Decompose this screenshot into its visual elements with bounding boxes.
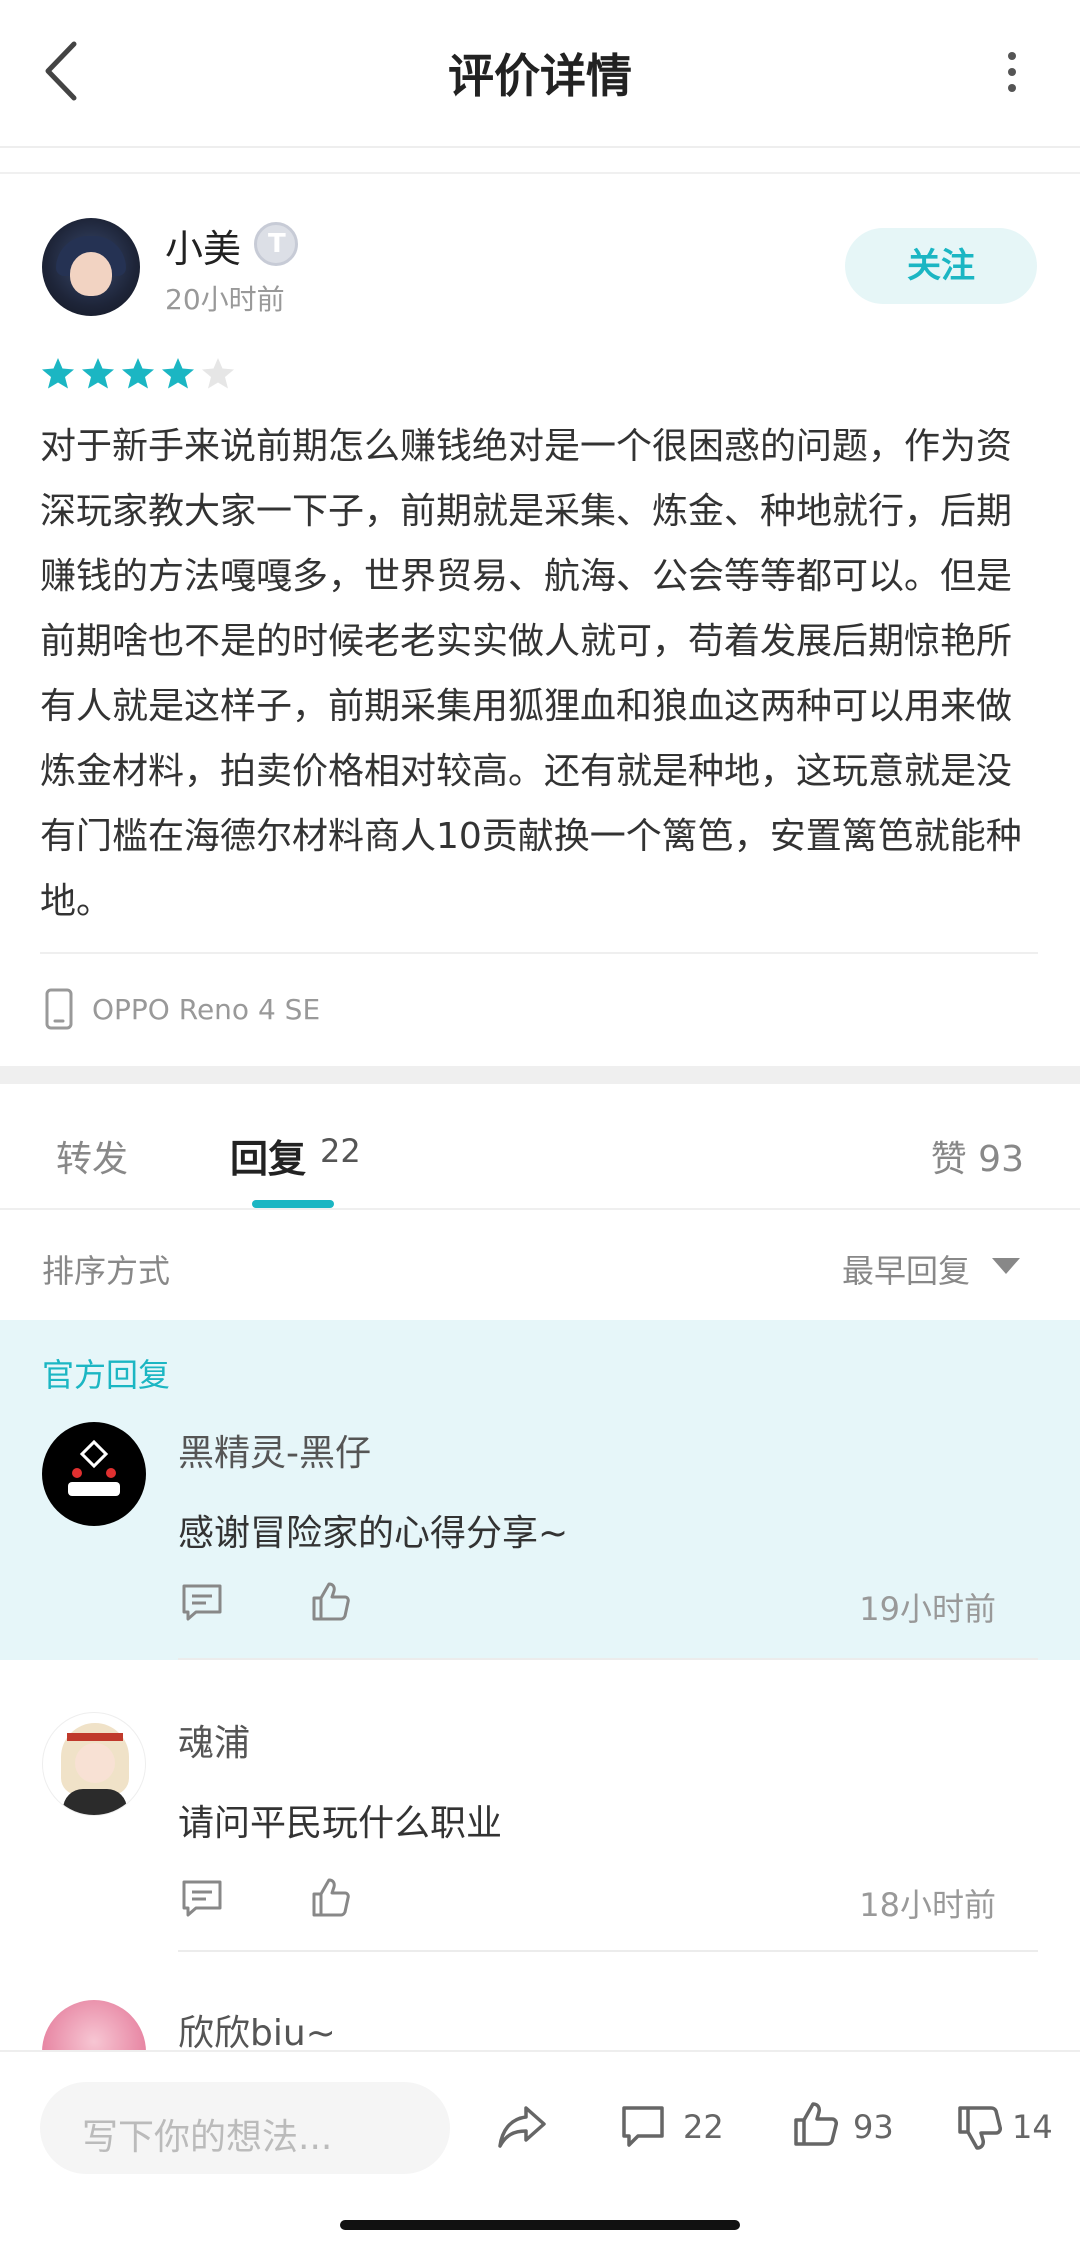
rating-stars — [40, 356, 236, 392]
post-time: 20小时前 — [165, 283, 285, 316]
comment-input[interactable]: 写下你的想法... — [40, 2082, 450, 2174]
star-filled-icon — [40, 356, 76, 392]
reply-icon[interactable] — [180, 1582, 224, 1622]
sort-dropdown[interactable]: 最早回复 — [842, 1246, 970, 1292]
tab-bar: 转发 回复 22 赞 93 — [0, 1084, 1080, 1208]
official-time: 19小时前 — [859, 1590, 996, 1628]
avatar-teeth — [68, 1482, 120, 1496]
reply-divider — [178, 1658, 1038, 1660]
section-divider — [0, 1066, 1080, 1084]
avatar-eye — [72, 1468, 82, 1478]
avatar-body — [63, 1789, 127, 1815]
share-icon[interactable] — [496, 2104, 548, 2150]
avatar-logo — [79, 1439, 109, 1469]
device-name: OPPO Reno 4 SE — [92, 992, 321, 1026]
like-count: 93 — [853, 2108, 894, 2146]
reply-avatar[interactable] — [42, 1712, 146, 1816]
reply-name[interactable]: 魂浦 — [178, 1714, 250, 1766]
header-divider — [0, 146, 1080, 148]
bottom-action-bar: 写下你的想法... 22 93 14 — [0, 2050, 1080, 2243]
follow-button[interactable]: 关注 — [845, 228, 1037, 304]
reply-divider — [178, 1950, 1038, 1952]
dislike-icon[interactable] — [956, 2104, 1002, 2152]
top-bar: 评价详情 — [0, 0, 1080, 146]
avatar-headband — [67, 1733, 123, 1741]
reply-icon[interactable] — [180, 1878, 224, 1918]
like-icon[interactable] — [310, 1876, 350, 1918]
dropdown-arrow-icon[interactable] — [992, 1258, 1020, 1274]
official-text: 感谢冒险家的心得分享~ — [178, 1513, 569, 1554]
level-badge-letter: T — [268, 229, 286, 259]
avatar-face — [75, 1743, 115, 1783]
comment-icon[interactable] — [620, 2104, 666, 2150]
review-text: 对于新手来说前期怎么赚钱绝对是一个很困惑的问题，作为资深玩家教大家一下子，前期就… — [40, 426, 1022, 922]
comment-count: 22 — [683, 2108, 724, 2146]
reply-name[interactable]: 欣欣biu~ — [178, 2004, 336, 2056]
home-indicator[interactable] — [340, 2220, 740, 2230]
official-name[interactable]: 黑精灵-黑仔 — [178, 1424, 371, 1476]
star-filled-icon — [120, 356, 156, 392]
tab-reply[interactable]: 回复 — [230, 1128, 306, 1183]
official-reply-label: 官方回复 — [42, 1356, 171, 1394]
tabs-divider — [0, 1208, 1080, 1210]
reply-text: 请问平民玩什么职业 — [178, 1803, 503, 1844]
tab-like[interactable]: 赞 93 — [931, 1130, 1024, 1182]
tab-reply-count: 22 — [320, 1132, 361, 1170]
author-avatar[interactable] — [42, 218, 140, 316]
like-icon[interactable] — [792, 2100, 838, 2148]
content-divider — [40, 952, 1038, 954]
avatar-eye — [106, 1468, 116, 1478]
like-icon[interactable] — [310, 1580, 350, 1622]
star-filled-icon — [160, 356, 196, 392]
level-badge-icon: T — [254, 222, 298, 266]
author-name[interactable]: 小美 — [165, 218, 241, 273]
page-title: 评价详情 — [448, 49, 632, 103]
tab-forward[interactable]: 转发 — [56, 1130, 128, 1182]
reply-time: 18小时前 — [859, 1886, 996, 1924]
official-reply: 官方回复 黑精灵-黑仔 感谢冒险家的心得分享~ 19小时前 — [0, 1320, 1080, 1660]
dislike-count: 14 — [1012, 2108, 1053, 2146]
official-avatar[interactable] — [42, 1422, 146, 1526]
star-filled-icon — [80, 356, 116, 392]
sort-label: 排序方式 — [42, 1252, 171, 1290]
more-options-icon[interactable] — [1004, 50, 1020, 94]
active-tab-indicator — [252, 1200, 334, 1208]
comment-input-placeholder: 写下你的想法... — [82, 2117, 333, 2158]
phone-icon — [45, 988, 73, 1030]
star-empty-icon — [200, 356, 236, 392]
header-divider-secondary — [0, 172, 1080, 174]
device-info: OPPO Reno 4 SE — [44, 988, 320, 1030]
avatar-face — [70, 252, 112, 296]
